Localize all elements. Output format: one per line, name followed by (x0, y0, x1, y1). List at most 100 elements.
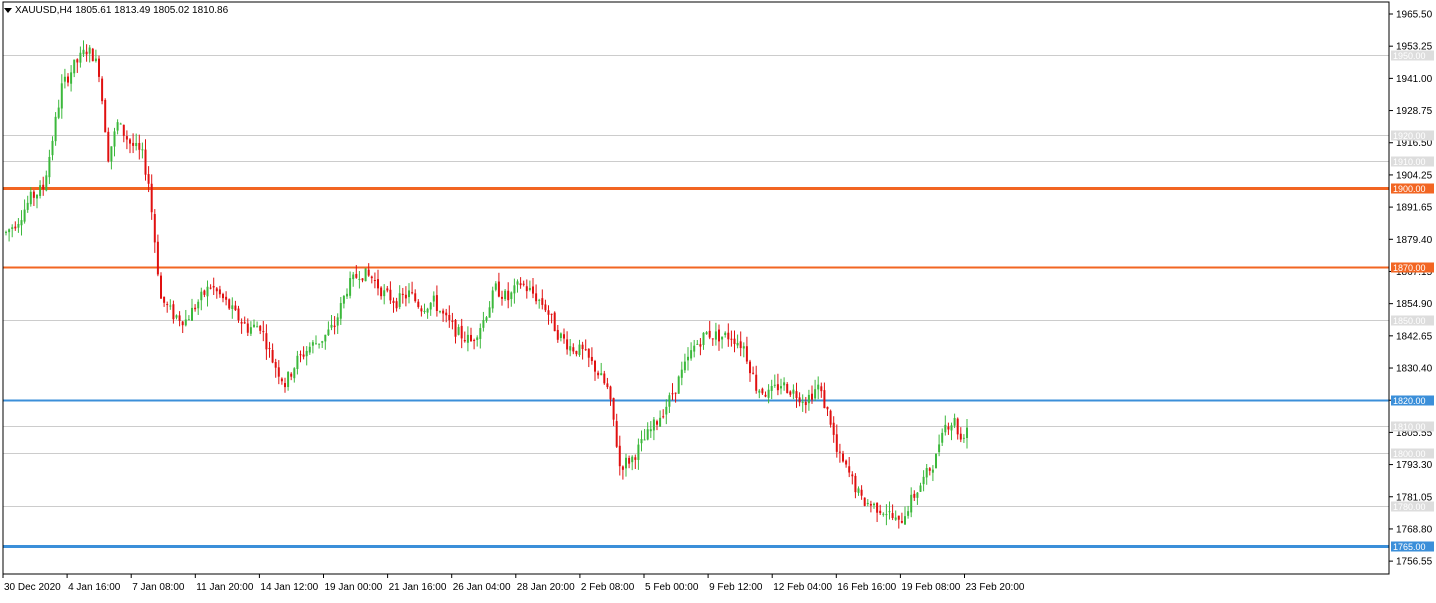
candle-body (547, 310, 550, 315)
candle-body (665, 406, 668, 415)
candle-body (439, 311, 441, 313)
symbol-label: XAUUSD,H4 (15, 5, 73, 16)
time-tick-label: 19 Jan 00:00 (325, 582, 383, 593)
candle-body (869, 503, 872, 506)
candle-body (687, 356, 689, 361)
candle-body (820, 386, 823, 392)
candle-body (711, 338, 714, 340)
candle-body (293, 368, 296, 379)
candle-body (497, 281, 500, 297)
candle-body (237, 308, 240, 321)
time-tick-label: 12 Feb 04:00 (773, 582, 832, 593)
candle-body (225, 296, 228, 300)
candle-body (581, 344, 584, 350)
horizontal-levels (3, 55, 1389, 548)
candle-body (212, 286, 215, 288)
candle-body (79, 52, 82, 63)
candlestick-chart[interactable]: 1965.501953.251941.001928.751916.501904.… (0, 0, 1436, 598)
candle-body (668, 395, 671, 407)
candle-body (621, 466, 624, 470)
candle-body (150, 183, 153, 213)
candle-body (947, 426, 950, 430)
candle-body (29, 191, 32, 205)
candle-body (191, 307, 193, 321)
candle-body (962, 437, 965, 439)
candle-body (432, 295, 435, 302)
candle-body (851, 474, 854, 477)
candle-body (860, 489, 863, 496)
candle-body (780, 386, 782, 389)
candle-body (470, 334, 472, 341)
candle-body (234, 305, 237, 311)
level-price-tag-text: 1950.00 (1393, 51, 1426, 61)
candle-body (569, 346, 572, 351)
candle-body (352, 274, 355, 280)
candle-body (85, 51, 88, 55)
candle-body (14, 226, 17, 229)
candle-body (637, 444, 640, 460)
candle-body (249, 327, 252, 334)
candle-body (907, 511, 910, 516)
candle-body (141, 149, 144, 151)
candle-body (26, 202, 29, 210)
candle-body (888, 511, 891, 513)
candle-body (631, 456, 634, 463)
candle-body (82, 49, 85, 55)
candle-body (51, 140, 54, 156)
candle-body (253, 324, 255, 327)
candle-body (550, 313, 553, 315)
candle-body (733, 338, 736, 344)
candle-body (98, 58, 100, 77)
time-tick-label: 9 Feb 12:00 (709, 582, 763, 593)
candle-body (265, 333, 268, 350)
candle-body (603, 373, 606, 384)
candle-body (817, 384, 820, 390)
candle-body (45, 175, 48, 191)
candle-body (473, 340, 476, 342)
candle-body (463, 340, 466, 342)
candle-body (600, 373, 603, 376)
candle-body (767, 389, 770, 398)
candle-body (504, 290, 507, 300)
candle-body (414, 293, 417, 302)
candles (5, 40, 968, 529)
candle-body (835, 434, 838, 452)
chart-window[interactable]: 1965.50 1953.25 1941.00 1928.75 1916.50 1904.… (0, 0, 1436, 598)
candle-body (327, 329, 330, 336)
candle-body (786, 384, 789, 394)
candle-body (17, 223, 20, 228)
candle-body (699, 344, 702, 347)
candle-body (885, 514, 888, 516)
candle-body (795, 391, 798, 399)
candle-body (659, 417, 662, 427)
time-tick-label: 14 Jan 12:00 (260, 582, 318, 593)
candle-body (116, 122, 119, 131)
candle-body (714, 331, 717, 340)
candle-body (904, 516, 906, 525)
candle-body (848, 466, 851, 473)
candle-body (897, 515, 900, 520)
dropdown-triangle-icon[interactable] (4, 8, 12, 13)
price-tick-label: 1768.80 (1396, 524, 1433, 535)
symbol-header: XAUUSD,H4 1805.61 1813.49 1805.02 1810.8… (4, 5, 228, 16)
candle-body (721, 336, 724, 340)
time-tick-label: 5 Feb 00:00 (645, 582, 699, 593)
candle-body (442, 310, 445, 314)
candle-body (866, 502, 869, 505)
candle-body (373, 280, 376, 282)
candle-body (429, 302, 432, 310)
candle-body (346, 293, 348, 297)
time-tick-label: 28 Jan 20:00 (517, 582, 575, 593)
candle-body (798, 397, 801, 403)
level-price-tag-text: 1800.00 (1393, 449, 1426, 459)
level-price-tag-text: 1920.00 (1393, 131, 1426, 141)
candle-body (203, 290, 206, 295)
candle-body (256, 326, 259, 328)
candle-body (339, 303, 342, 319)
level-price-tag-text: 1870.00 (1393, 263, 1426, 273)
candle-body (491, 290, 494, 309)
candle-body (501, 296, 503, 299)
candle-body (739, 341, 742, 349)
candle-body (271, 349, 274, 363)
candle-body (832, 422, 835, 435)
